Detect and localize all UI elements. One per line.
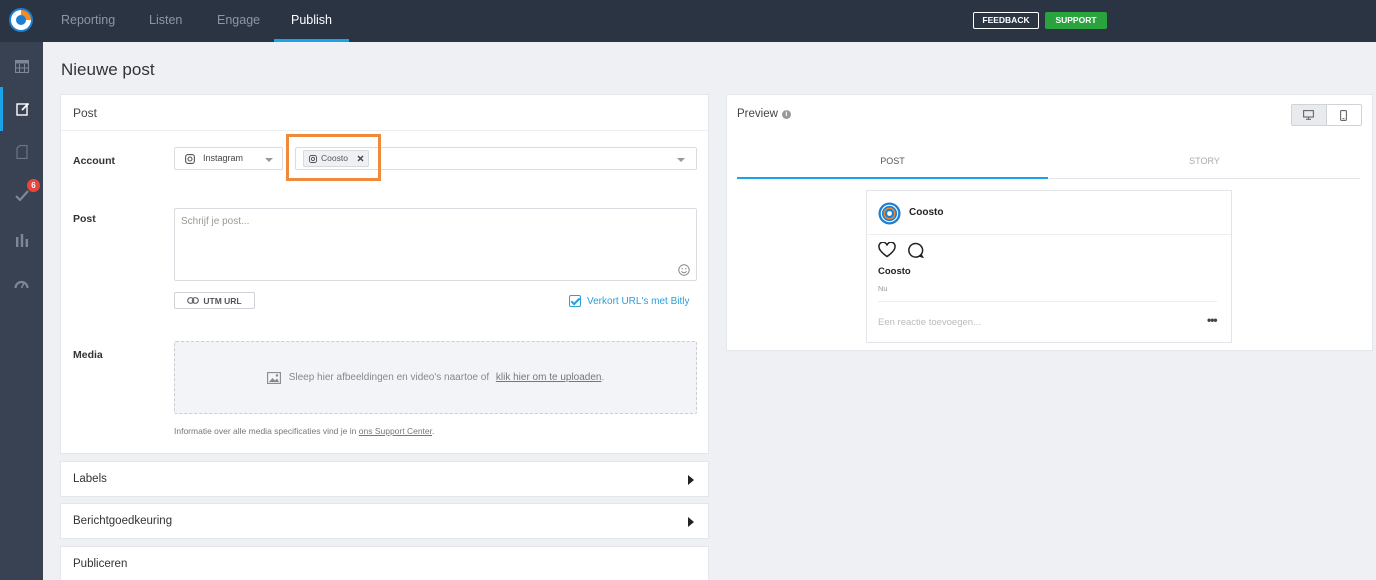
section-labels-title: Labels bbox=[73, 473, 107, 485]
instagram-icon bbox=[185, 154, 195, 164]
instagram-timestamp: Nu bbox=[878, 284, 888, 293]
monitor-icon bbox=[1303, 110, 1315, 120]
preview-panel: Preview i POST STORY Coosto Coosto Nu Ee… bbox=[726, 94, 1373, 351]
network-value: Instagram bbox=[203, 153, 244, 163]
bar-chart-icon bbox=[15, 233, 28, 247]
sidebar-item-dashboard[interactable] bbox=[0, 262, 43, 306]
calendar-icon bbox=[14, 59, 29, 73]
support-button[interactable]: SUPPORT bbox=[1045, 12, 1107, 29]
instagram-account-name: Coosto bbox=[909, 207, 944, 218]
triangle-right-icon bbox=[688, 475, 694, 485]
account-label: Account bbox=[73, 155, 115, 167]
sidebar-item-calendar[interactable] bbox=[0, 44, 43, 88]
compose-icon bbox=[16, 102, 30, 116]
preview-tab-post[interactable]: POST bbox=[737, 153, 1048, 179]
section-publish-title: Publiceren bbox=[73, 558, 128, 570]
utm-url-label: UTM URL bbox=[203, 295, 242, 306]
nav-tab-publish[interactable]: Publish bbox=[274, 0, 349, 42]
section-approval[interactable]: Berichtgoedkeuring bbox=[60, 503, 709, 539]
page-title: Nieuwe post bbox=[61, 60, 155, 79]
checkmark-icon bbox=[14, 189, 29, 201]
section-labels[interactable]: Labels bbox=[60, 461, 709, 497]
media-info-text: Informatie over alle media specificaties… bbox=[174, 426, 434, 436]
instagram-preview-card: Coosto Coosto Nu Een reactie toevoegen..… bbox=[866, 190, 1232, 343]
avatar bbox=[878, 202, 901, 225]
nav-tab-engage[interactable]: Engage bbox=[217, 0, 260, 42]
phone-icon bbox=[1340, 109, 1348, 121]
heart-icon[interactable] bbox=[878, 242, 896, 258]
section-approval-title: Berichtgoedkeuring bbox=[73, 515, 173, 527]
info-end: . bbox=[432, 426, 435, 436]
nav-tab-reporting[interactable]: Reporting bbox=[61, 0, 115, 42]
top-navigation: Reporting Listen Engage Publish FEEDBACK… bbox=[0, 0, 1376, 42]
device-toggle bbox=[1291, 104, 1362, 126]
dropzone-text: Sleep hier afbeeldingen en video's naart… bbox=[288, 372, 490, 383]
section-publish[interactable]: Publiceren bbox=[60, 546, 709, 580]
support-center-link[interactable]: ons Support Center bbox=[359, 426, 432, 436]
info-text: Informatie over alle media specificaties… bbox=[174, 426, 357, 436]
divider bbox=[61, 130, 708, 131]
triangle-right-icon bbox=[688, 517, 694, 527]
notification-badge: 6 bbox=[27, 179, 40, 192]
comment-icon[interactable] bbox=[907, 242, 924, 258]
sidebar-item-documents[interactable] bbox=[0, 130, 43, 174]
sidebar-item-compose[interactable] bbox=[0, 87, 43, 131]
preview-tab-story[interactable]: STORY bbox=[1049, 153, 1360, 179]
bitly-checkbox-row[interactable]: Verkort URL's met Bitly bbox=[569, 295, 690, 307]
post-panel-title: Post bbox=[73, 106, 98, 120]
dropzone-end: . bbox=[601, 372, 605, 383]
coosto-logo-icon[interactable] bbox=[8, 7, 34, 33]
preview-title: Preview bbox=[737, 108, 778, 120]
bitly-checkbox[interactable] bbox=[569, 295, 581, 307]
sidebar-item-statistics[interactable] bbox=[0, 218, 43, 262]
document-icon bbox=[15, 145, 28, 159]
feedback-button[interactable]: FEEDBACK bbox=[973, 12, 1039, 29]
highlight-box bbox=[286, 134, 381, 181]
comment-input[interactable]: Een reactie toevoegen... bbox=[878, 317, 981, 328]
link-icon bbox=[187, 297, 200, 304]
desktop-view-button[interactable] bbox=[1292, 105, 1327, 125]
info-icon[interactable]: i bbox=[781, 109, 791, 119]
preview-title-row: Preview i bbox=[737, 108, 791, 120]
instagram-username: Coosto bbox=[878, 266, 911, 277]
network-select[interactable]: Instagram bbox=[174, 147, 283, 170]
sidebar-item-approvals[interactable]: 6 bbox=[0, 173, 43, 217]
media-dropzone[interactable]: Sleep hier afbeeldingen en video's naart… bbox=[174, 341, 697, 414]
gauge-icon bbox=[14, 280, 29, 289]
media-label: Media bbox=[73, 349, 103, 361]
image-icon bbox=[266, 371, 281, 384]
mobile-view-button[interactable] bbox=[1327, 105, 1362, 125]
post-textarea[interactable] bbox=[174, 208, 697, 281]
nav-tab-listen[interactable]: Listen bbox=[149, 0, 182, 42]
instagram-actions bbox=[878, 242, 924, 258]
instagram-card-header: Coosto bbox=[867, 191, 1231, 235]
chevron-down-icon bbox=[265, 158, 273, 162]
bitly-label: Verkort URL's met Bitly bbox=[587, 295, 690, 307]
more-options-icon[interactable]: ••• bbox=[1207, 313, 1218, 327]
emoji-icon[interactable] bbox=[678, 264, 690, 276]
utm-url-button[interactable]: UTM URL bbox=[174, 292, 255, 309]
divider bbox=[878, 301, 1217, 302]
post-label: Post bbox=[73, 213, 96, 225]
upload-link[interactable]: klik hier om te uploaden bbox=[496, 372, 602, 383]
left-sidebar: 6 bbox=[0, 42, 43, 580]
chevron-down-icon bbox=[677, 158, 685, 162]
